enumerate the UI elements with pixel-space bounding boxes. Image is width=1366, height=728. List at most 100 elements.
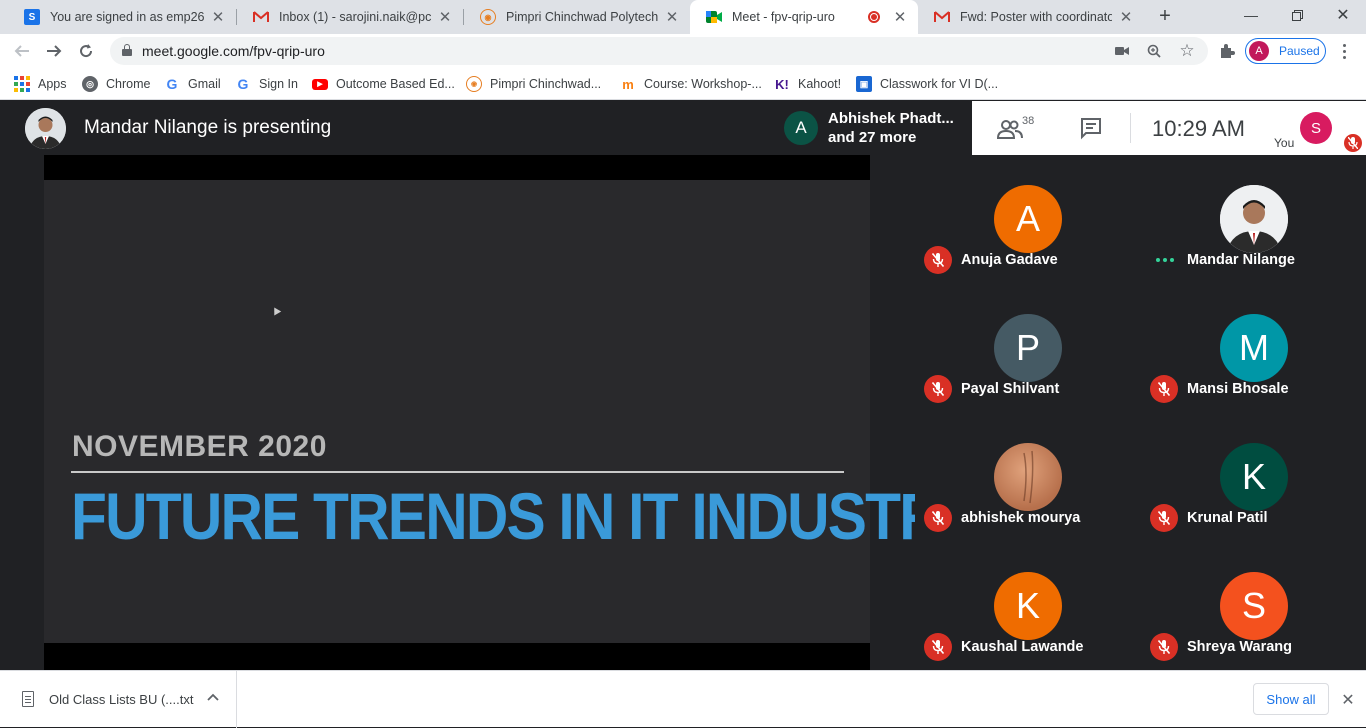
speaker-avatar: A — [784, 111, 818, 145]
tab-meet[interactable]: Meet - fpv-qrip-uro ✕ — [690, 0, 918, 34]
tab-title: Pimpri Chinchwad Polytechnic — [506, 10, 658, 24]
download-item[interactable]: Old Class Lists BU (....txt — [0, 671, 237, 728]
extensions-button[interactable] — [1214, 38, 1240, 64]
presentation-view[interactable]: NOVEMBER 2020 FUTURE TRENDS IN IT INDUST… — [44, 155, 977, 670]
bookmark-classwork[interactable]: ▣ Classwork for VI D(... — [856, 74, 998, 94]
bookmark-star-icon[interactable]: ☆ — [1178, 41, 1196, 60]
restore-button[interactable] — [1274, 0, 1320, 30]
tab-title: Inbox (1) - sarojini.naik@pcpoly — [279, 10, 431, 24]
camera-icon[interactable] — [1113, 42, 1131, 60]
recording-indicator-icon — [868, 11, 880, 23]
new-tab-button[interactable]: + — [1154, 5, 1176, 27]
bookmark-gmail[interactable]: G Gmail — [164, 74, 221, 94]
show-all-button[interactable]: Show all — [1253, 683, 1329, 715]
meet-content: Mandar Nilange is presenting NOVEMBER 20… — [0, 101, 1366, 670]
close-window-button[interactable]: ✕ — [1320, 0, 1366, 30]
reload-button[interactable] — [73, 38, 99, 64]
moodle-icon: m — [622, 76, 634, 92]
tab-strip: S You are signed in as emp260 ✕ Inbox (1… — [0, 0, 1366, 34]
participant-name: Shreya Warang — [1187, 639, 1293, 655]
slide-headline: FUTURE TRENDS IN IT INDUSTRY — [71, 479, 977, 553]
bookmark-label: Kahoot! — [798, 77, 842, 91]
bookmarks-bar: Apps ◎ Chrome G Gmail G Sign In ▶ Outcom… — [0, 68, 1366, 100]
s-favicon-icon: S — [24, 9, 40, 25]
mic-off-icon — [1150, 633, 1178, 661]
speaker-more: and 27 more — [828, 129, 917, 146]
participant-tile[interactable]: Mandar Nilange — [1141, 155, 1366, 284]
zoom-icon[interactable] — [1145, 42, 1163, 60]
pcp-icon: ◉ — [466, 76, 482, 92]
participant-avatar: A — [994, 185, 1062, 253]
participant-tile[interactable]: abhishek mourya — [915, 413, 1140, 542]
gmail-icon — [934, 9, 950, 25]
mic-off-icon — [1150, 375, 1178, 403]
participant-name: Mandar Nilange — [1187, 252, 1295, 268]
participant-name: Mansi Bhosale — [1187, 381, 1289, 397]
profile-button[interactable]: A Paused — [1245, 38, 1326, 64]
close-shelf-icon[interactable]: ✕ — [1338, 690, 1358, 710]
close-tab-icon[interactable]: ✕ — [437, 9, 453, 26]
apps-grid-icon — [14, 76, 30, 92]
bookmark-outcome-based[interactable]: ▶ Outcome Based Ed... — [312, 74, 455, 94]
url-text: meet.google.com/fpv-qrip-uro — [142, 43, 325, 59]
participant-tile[interactable]: M Mansi Bhosale — [1141, 284, 1366, 413]
mic-off-icon — [924, 246, 952, 274]
text-file-icon — [22, 691, 34, 707]
bookmark-sign-in[interactable]: G Sign In — [235, 74, 298, 94]
pcp-icon: ◉ — [480, 9, 496, 25]
self-label: You — [1274, 136, 1295, 150]
participant-name: Payal Shilvant — [961, 381, 1060, 397]
participant-tile[interactable]: K Krunal Patil — [1141, 413, 1366, 542]
participant-tile[interactable]: A Anuja Gadave — [915, 155, 1140, 284]
mic-off-icon — [1150, 504, 1178, 532]
back-button[interactable] — [9, 38, 35, 64]
bookmark-pimpri[interactable]: ◉ Pimpri Chinchwad... — [466, 74, 601, 94]
tab-signed-in[interactable]: S You are signed in as emp260 ✕ — [8, 0, 236, 34]
participants-button[interactable]: 38 — [997, 115, 1037, 143]
bookmark-kahoot[interactable]: K! Kahoot! — [774, 74, 841, 94]
presenting-label: Mandar Nilange is presenting — [84, 117, 332, 138]
bookmark-label: Gmail — [188, 77, 221, 91]
minimize-button[interactable]: — — [1228, 0, 1274, 30]
google-icon: G — [166, 76, 178, 92]
chevron-up-icon[interactable] — [205, 689, 221, 705]
close-tab-icon[interactable]: ✕ — [664, 9, 680, 26]
slide-divider — [71, 471, 844, 473]
bookmark-course[interactable]: m Course: Workshop-... — [620, 74, 762, 94]
meet-icon — [706, 9, 722, 25]
participant-avatar: K — [1220, 443, 1288, 511]
bookmark-apps[interactable]: Apps — [14, 74, 67, 94]
tab-fwd-poster[interactable]: Fwd: Poster with coordinators ✕ — [918, 0, 1144, 34]
bookmark-chrome[interactable]: ◎ Chrome — [82, 74, 150, 94]
mic-off-icon — [924, 504, 952, 532]
browser-menu-icon[interactable] — [1334, 40, 1354, 62]
close-tab-icon[interactable]: ✕ — [892, 9, 908, 26]
kahoot-icon: K! — [775, 76, 789, 92]
participant-photo — [994, 443, 1062, 511]
tab-pcp[interactable]: ◉ Pimpri Chinchwad Polytechnic ✕ — [464, 0, 690, 34]
participant-avatar: S — [1220, 572, 1288, 640]
active-speaker-chip[interactable]: A Abhishek Phadt... and 27 more — [775, 101, 972, 155]
close-tab-icon[interactable]: ✕ — [1118, 9, 1134, 26]
participant-tile[interactable]: P Payal Shilvant — [915, 284, 1140, 413]
self-mic-off-icon — [1344, 134, 1362, 152]
google-icon: G — [237, 76, 249, 92]
forward-button[interactable] — [41, 38, 67, 64]
reload-icon — [80, 44, 93, 58]
download-file-name: Old Class Lists BU (....txt — [49, 692, 194, 707]
tab-inbox[interactable]: Inbox (1) - sarojini.naik@pcpoly ✕ — [237, 0, 463, 34]
participant-tile[interactable]: S Shreya Warang — [1141, 542, 1366, 671]
participant-grid: A Anuja Gadave Mandar Nilange P Payal Sh… — [915, 155, 1366, 670]
close-tab-icon[interactable]: ✕ — [210, 9, 226, 26]
participant-avatar: M — [1220, 314, 1288, 382]
meeting-clock: 10:29 AM — [1152, 116, 1245, 141]
tab-title: Meet - fpv-qrip-uro — [732, 10, 835, 24]
speaking-indicator-icon — [1153, 246, 1177, 274]
download-shelf: Old Class Lists BU (....txt Show all ✕ — [0, 670, 1366, 728]
chat-button[interactable] — [1079, 116, 1105, 142]
self-avatar[interactable]: S — [1300, 112, 1332, 144]
sync-paused-label: Paused — [1279, 44, 1320, 58]
browser-toolbar: meet.google.com/fpv-qrip-uro ☆ A Paused — [0, 34, 1366, 68]
participant-tile[interactable]: K Kaushal Lawande — [915, 542, 1140, 671]
address-bar[interactable]: meet.google.com/fpv-qrip-uro ☆ — [110, 37, 1208, 65]
